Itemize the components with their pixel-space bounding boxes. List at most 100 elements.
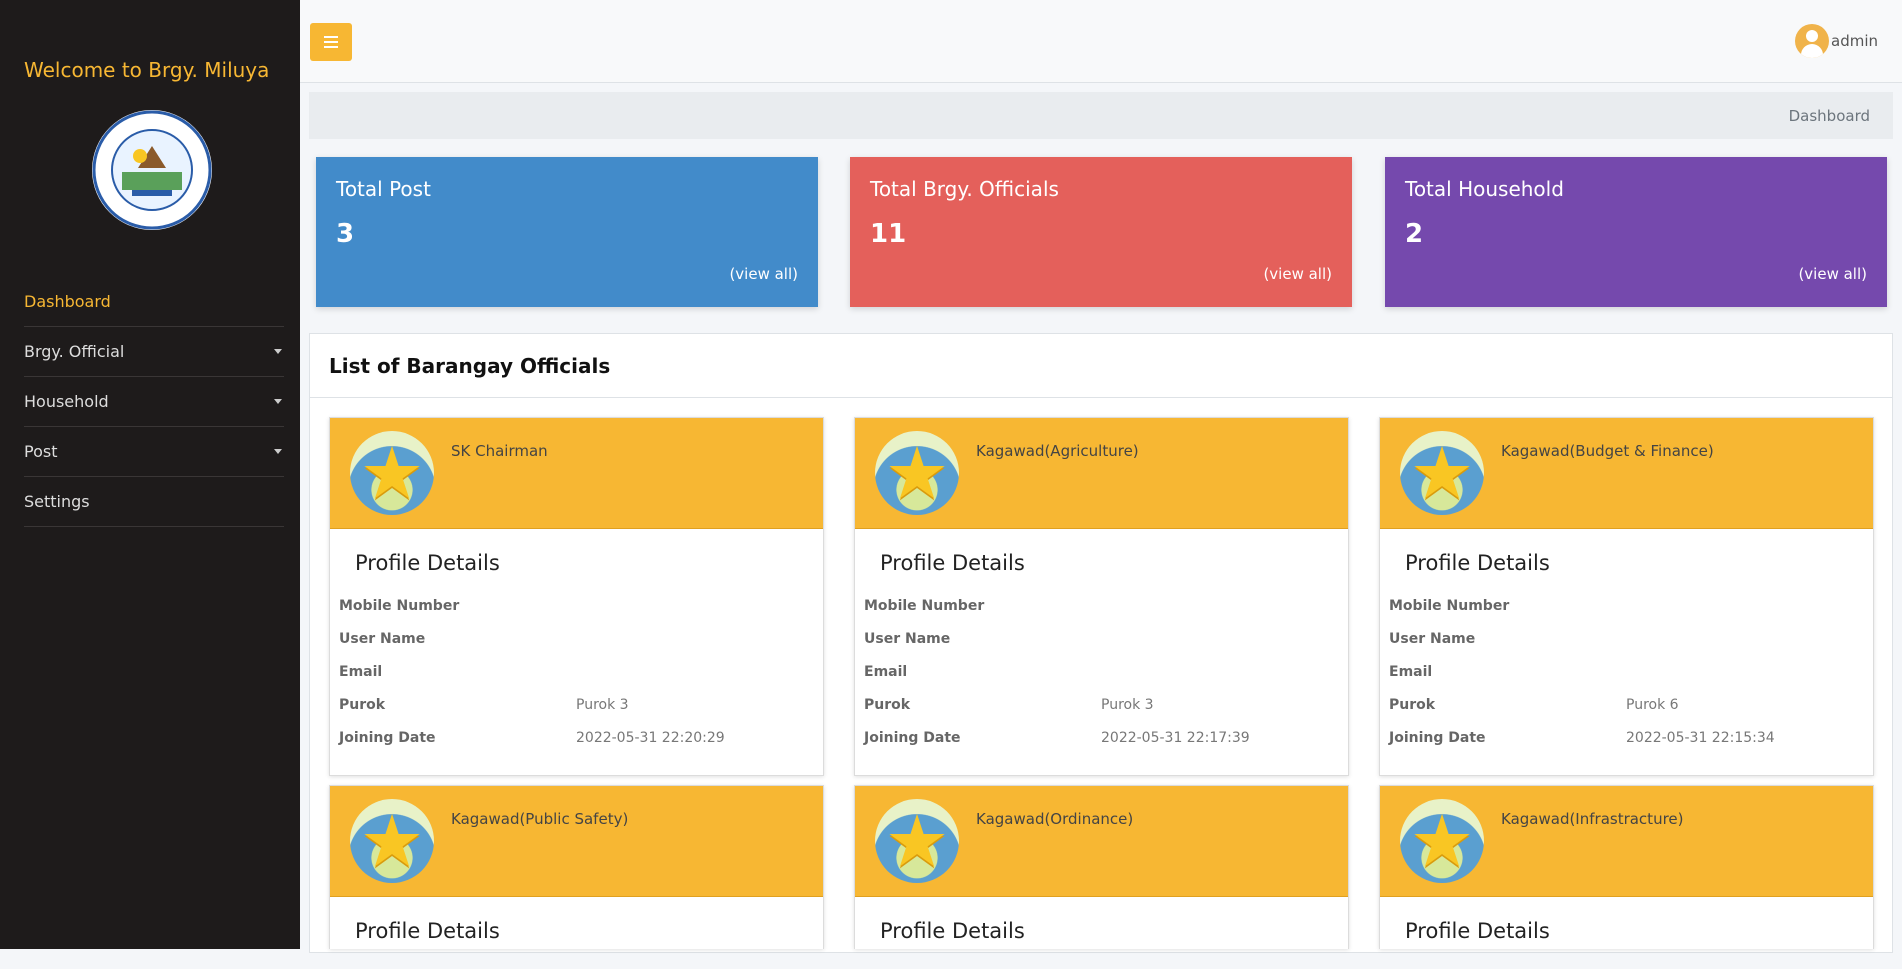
profile-details-title: Profile Details — [880, 919, 1025, 943]
official-avatar: ★ — [875, 431, 959, 515]
detail-row-joining: Joining Date 2022-05-31 22:20:29 — [339, 721, 814, 754]
view-all-link[interactable]: (view all) — [1263, 265, 1332, 283]
official-card: ★ Kagawad(Ordinance) Profile Details — [854, 785, 1349, 949]
barangay-seal-logo — [92, 110, 212, 230]
view-all-link[interactable]: (view all) — [1798, 265, 1867, 283]
detail-row-mobile: Mobile Number — [864, 589, 1339, 622]
sidebar-item-household[interactable]: Household — [24, 377, 284, 427]
detail-label: Joining Date — [339, 729, 436, 746]
profile-details-title: Profile Details — [355, 551, 500, 575]
detail-row-username: User Name — [864, 622, 1339, 655]
detail-label: Email — [339, 663, 383, 680]
detail-value: Purok 3 — [1101, 696, 1154, 713]
detail-row-mobile: Mobile Number — [1389, 589, 1864, 622]
official-avatar: ★ — [350, 431, 434, 515]
detail-label: Joining Date — [1389, 729, 1486, 746]
detail-value: Purok 6 — [1626, 696, 1679, 713]
detail-row-email: Email — [864, 655, 1339, 688]
detail-label: User Name — [1389, 630, 1476, 647]
hamburger-icon-line — [324, 46, 338, 48]
sidebar-item-dashboard[interactable]: Dashboard — [24, 277, 284, 327]
official-card-header: ★ SK Chairman — [330, 418, 823, 529]
star-icon: ★ — [884, 799, 950, 883]
official-avatar: ★ — [1400, 431, 1484, 515]
detail-label: Purok — [1389, 696, 1436, 713]
detail-value: 2022-05-31 22:17:39 — [1101, 729, 1250, 746]
official-card-body: Profile Details Mobile Number User Name … — [1380, 529, 1873, 766]
user-menu[interactable]: admin — [1795, 24, 1878, 58]
detail-label: Purok — [339, 696, 386, 713]
hamburger-menu-button[interactable] — [310, 23, 352, 61]
detail-row-username: User Name — [1389, 622, 1864, 655]
hamburger-icon-line — [324, 36, 338, 38]
official-card-header: ★ Kagawad(Public Safety) — [330, 786, 823, 897]
sidebar-item-label: Household — [24, 392, 109, 411]
sidebar-nav: Dashboard Brgy. Official Household Post … — [24, 277, 284, 527]
profile-details-title: Profile Details — [880, 551, 1025, 575]
official-position: SK Chairman — [451, 442, 548, 460]
officials-heading: List of Barangay Officials — [310, 334, 1892, 398]
profile-details-title: Profile Details — [1405, 919, 1550, 943]
official-card-header: ★ Kagawad(Infrastracture) — [1380, 786, 1873, 897]
official-position: Kagawad(Infrastracture) — [1501, 810, 1684, 828]
official-card-body: Profile Details — [855, 897, 1348, 969]
detail-label: User Name — [864, 630, 951, 647]
stat-title: Total Brgy. Officials — [870, 177, 1059, 201]
detail-label: Email — [1389, 663, 1433, 680]
stat-value: 2 — [1405, 219, 1424, 249]
official-card-body: Profile Details Mobile Number User Name … — [855, 529, 1348, 766]
sidebar-item-label: Dashboard — [24, 292, 111, 311]
detail-row-joining: Joining Date 2022-05-31 22:17:39 — [864, 721, 1339, 754]
caret-down-icon — [274, 399, 282, 404]
official-position: Kagawad(Agriculture) — [976, 442, 1139, 460]
sidebar-item-settings[interactable]: Settings — [24, 477, 284, 527]
detail-label: Joining Date — [864, 729, 961, 746]
star-icon: ★ — [1409, 799, 1475, 883]
breadcrumb-current: Dashboard — [1788, 106, 1870, 125]
detail-value: 2022-05-31 22:15:34 — [1626, 729, 1775, 746]
stat-title: Total Post — [336, 177, 431, 201]
topbar — [300, 0, 1902, 83]
official-card-body: Profile Details Mobile Number User Name … — [330, 529, 823, 766]
official-position: Kagawad(Public Safety) — [451, 810, 629, 828]
official-position: Kagawad(Budget & Finance) — [1501, 442, 1714, 460]
detail-label: Mobile Number — [864, 597, 985, 614]
detail-row-purok: Purok Purok 3 — [339, 688, 814, 721]
official-card-body: Profile Details — [1380, 897, 1873, 969]
sidebar-item-label: Post — [24, 442, 58, 461]
stat-card-total-post: Total Post 3 (view all) — [316, 157, 818, 307]
stat-card-total-household: Total Household 2 (view all) — [1385, 157, 1887, 307]
breadcrumb: Dashboard — [309, 92, 1893, 139]
detail-row-mobile: Mobile Number — [339, 589, 814, 622]
detail-row-purok: Purok Purok 6 — [1389, 688, 1864, 721]
detail-label: Mobile Number — [1389, 597, 1510, 614]
star-icon: ★ — [884, 431, 950, 515]
detail-value: 2022-05-31 22:20:29 — [576, 729, 725, 746]
hamburger-icon-line — [324, 41, 338, 43]
sidebar-item-label: Brgy. Official — [24, 342, 125, 361]
official-card-header: ★ Kagawad(Budget & Finance) — [1380, 418, 1873, 529]
official-avatar: ★ — [350, 799, 434, 883]
caret-down-icon — [274, 349, 282, 354]
official-card: ★ Kagawad(Budget & Finance) Profile Deta… — [1379, 417, 1874, 776]
official-card: ★ Kagawad(Public Safety) Profile Details — [329, 785, 824, 949]
sidebar-item-label: Settings — [24, 492, 90, 511]
detail-row-email: Email — [1389, 655, 1864, 688]
official-card-body: Profile Details — [330, 897, 823, 969]
official-avatar: ★ — [875, 799, 959, 883]
stat-card-total-officials: Total Brgy. Officials 11 (view all) — [850, 157, 1352, 307]
sidebar-item-post[interactable]: Post — [24, 427, 284, 477]
stat-title: Total Household — [1405, 177, 1564, 201]
user-name: admin — [1831, 32, 1878, 50]
official-card-header: ★ Kagawad(Ordinance) — [855, 786, 1348, 897]
official-card: ★ Kagawad(Agriculture) Profile Details M… — [854, 417, 1349, 776]
stat-value: 3 — [336, 219, 355, 249]
detail-row-username: User Name — [339, 622, 814, 655]
sidebar-item-brgy-official[interactable]: Brgy. Official — [24, 327, 284, 377]
official-card: ★ SK Chairman Profile Details Mobile Num… — [329, 417, 824, 776]
sidebar-brand-title: Welcome to Brgy. Miluya — [24, 58, 270, 82]
view-all-link[interactable]: (view all) — [729, 265, 798, 283]
star-icon: ★ — [359, 431, 425, 515]
user-avatar-icon — [1795, 24, 1829, 58]
sidebar: Welcome to Brgy. Miluya Dashboard Brgy. … — [0, 0, 300, 949]
